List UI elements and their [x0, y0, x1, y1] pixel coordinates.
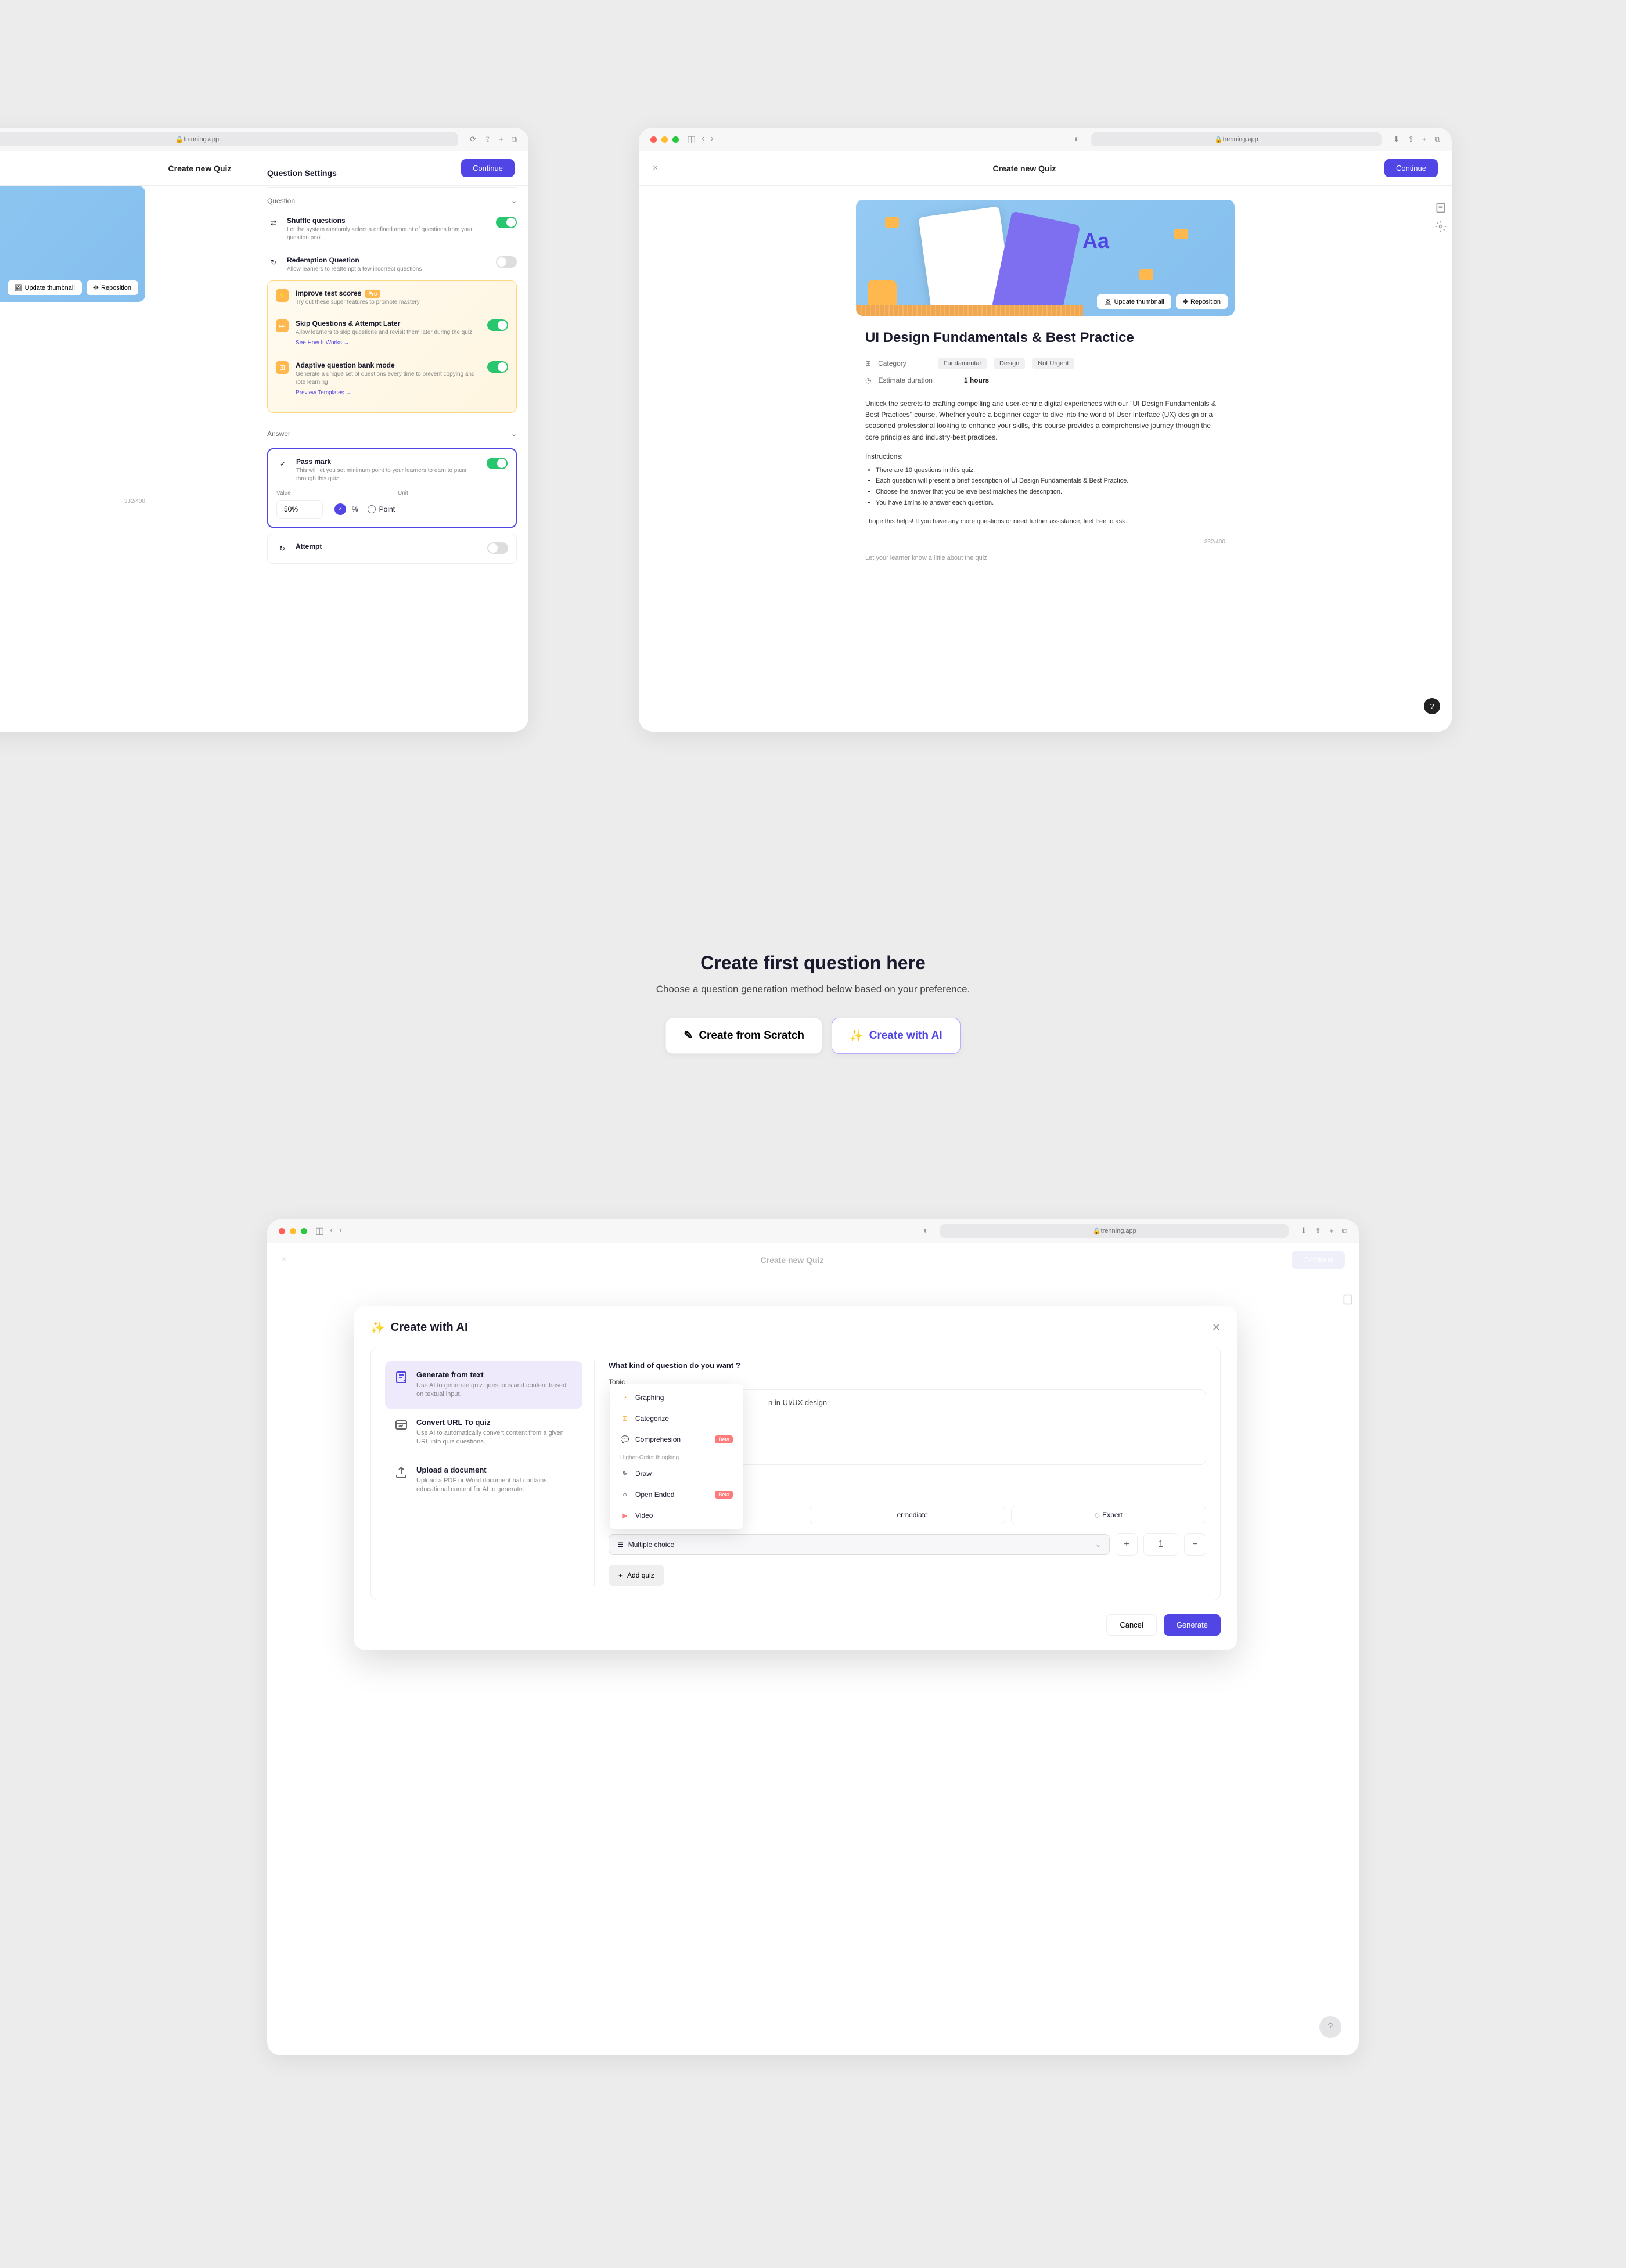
close-icon[interactable]: × — [281, 1255, 293, 1265]
increment-button[interactable]: + — [1116, 1533, 1138, 1556]
back-icon[interactable]: ‹ — [330, 1225, 333, 1237]
close-icon[interactable]: ✕ — [1212, 1322, 1221, 1334]
share-icon[interactable]: ⇪ — [1315, 1226, 1321, 1236]
add-icon[interactable]: + — [499, 135, 503, 144]
chevron-down-icon[interactable]: ⌄ — [511, 197, 517, 205]
list-icon: ☰ — [617, 1540, 624, 1549]
attempt-toggle[interactable] — [487, 542, 508, 554]
create-scratch-button[interactable]: ✎ Create from Scratch — [665, 1018, 822, 1054]
share-icon[interactable]: ⇪ — [1408, 135, 1414, 144]
add-icon[interactable]: + — [1422, 135, 1427, 144]
tag: Fundamental — [938, 358, 987, 369]
char-count: 332/400 — [865, 539, 1225, 545]
chevron-down-icon[interactable]: ⌄ — [511, 430, 517, 438]
shield-icon: ◐ — [923, 1226, 929, 1236]
add-quiz-button[interactable]: +Add quiz — [609, 1565, 664, 1586]
magic-icon: ✨ — [370, 1320, 385, 1335]
help-button[interactable]: ? — [1319, 2016, 1341, 2038]
skip-toggle[interactable] — [487, 319, 508, 331]
char-count: 332/400 — [0, 498, 145, 505]
category-icon: ⊞ — [865, 359, 871, 368]
shuffle-icon: ⇄ — [267, 217, 280, 229]
upload-icon — [394, 1466, 408, 1479]
url-icon — [394, 1418, 408, 1432]
dd-video[interactable]: ▶Video — [613, 1505, 740, 1526]
cta-section: Create first question here Choose a ques… — [552, 952, 1074, 1054]
difficulty-intermediate[interactable]: Intermediate — [810, 1506, 1005, 1524]
create-ai-button[interactable]: ✨ Create with AI — [832, 1018, 961, 1054]
dd-categorize[interactable]: ⊞Categorize — [613, 1408, 740, 1429]
update-thumbnail-button[interactable]: 🖼 Update thumbnail — [1097, 294, 1171, 309]
chevron-down-icon: ⌄ — [1095, 1540, 1101, 1549]
shield-icon: ◐ — [1074, 134, 1080, 145]
difficulty-expert[interactable]: ◇Expert — [1011, 1506, 1206, 1524]
tabs-icon[interactable]: ⧉ — [512, 135, 517, 144]
quiz-title: als & Best Practice — [0, 314, 145, 330]
sidebar-icon[interactable]: ◫ — [315, 1225, 324, 1237]
update-thumbnail-button[interactable]: 🖼 Update thumbnail — [8, 280, 82, 295]
download-icon[interactable]: ⬇ — [1393, 135, 1400, 144]
url-bar: 🔒 trenning.app — [0, 132, 458, 146]
dd-draw[interactable]: ✎Draw — [613, 1463, 740, 1484]
count-display: 1 — [1143, 1533, 1178, 1556]
reposition-button[interactable]: ✥ Reposition — [87, 280, 138, 295]
lightning-icon: ⚡ — [276, 289, 289, 302]
quiz-description: Unlock the secrets to crafting compellin… — [865, 398, 1225, 443]
sidebar-icon[interactable]: ◫ — [687, 134, 696, 145]
redemption-toggle[interactable] — [496, 256, 517, 268]
question-type-dropdown[interactable]: ◔Graphing ⊞Categorize 💬ComprehesionBeta … — [610, 1384, 743, 1529]
decrement-button[interactable]: − — [1184, 1533, 1206, 1556]
continue-button[interactable]: Continue — [1292, 1251, 1345, 1269]
redo-icon: ↻ — [267, 256, 280, 269]
tabs-icon[interactable]: ⧉ — [1342, 1226, 1347, 1236]
method-url[interactable]: Convert URL To quiz Use AI to automatica… — [385, 1409, 582, 1456]
method-upload[interactable]: Upload a document Upload a PDF or Word d… — [385, 1456, 582, 1504]
method-text[interactable]: Generate from text Use AI to generate qu… — [385, 1361, 582, 1409]
passmark-toggle[interactable] — [487, 458, 508, 469]
tag: Design — [994, 358, 1025, 369]
shuffle-toggle[interactable] — [496, 217, 517, 228]
see-how-link[interactable]: See How It Works → — [296, 340, 350, 346]
passmark-icon: ✓ — [276, 458, 289, 470]
attempt-icon: ↻ — [276, 542, 289, 555]
value-input[interactable] — [276, 500, 323, 519]
add-icon[interactable]: + — [1329, 1226, 1334, 1236]
generate-button[interactable]: Generate — [1164, 1614, 1221, 1636]
dd-graphing[interactable]: ◔Graphing — [613, 1387, 740, 1408]
dd-open-ended[interactable]: ○Open EndedBeta — [613, 1484, 740, 1505]
back-icon[interactable]: ‹ — [702, 134, 704, 145]
adaptive-toggle[interactable] — [487, 361, 508, 373]
forward-icon[interactable]: › — [339, 1225, 341, 1237]
page-title: Create new Quiz — [664, 164, 1384, 173]
magic-icon: ✨ — [850, 1029, 864, 1043]
reload-icon[interactable]: ⟳ — [470, 135, 476, 144]
tabs-icon[interactable]: ⧉ — [1435, 135, 1440, 144]
doc-icon[interactable] — [1435, 202, 1447, 214]
reposition-button[interactable]: ✥ Reposition — [1176, 294, 1228, 309]
question-settings-panel: Question Settings Question⌄ ⇄ Shuffle qu… — [256, 157, 528, 575]
continue-button[interactable]: Continue — [1384, 159, 1438, 177]
help-bubble[interactable]: ? — [1424, 698, 1440, 714]
pencil-icon: ✎ — [684, 1029, 693, 1042]
skip-icon: ⏭ — [276, 319, 289, 332]
close-icon[interactable]: × — [653, 163, 664, 174]
point-radio[interactable]: Point — [368, 505, 395, 513]
question-type-select[interactable]: ☰ Multiple choice ⌄ — [609, 1534, 1110, 1555]
tag: Not Urgent — [1032, 358, 1074, 369]
dd-comprehension[interactable]: 💬ComprehesionBeta — [613, 1429, 740, 1450]
forward-icon[interactable]: › — [710, 134, 713, 145]
doc-icon — [1342, 1294, 1354, 1305]
clock-icon: ◷ — [865, 376, 871, 384]
preview-link[interactable]: Preview Templates → — [296, 390, 352, 396]
text-icon — [394, 1370, 408, 1384]
adaptive-icon: ⊞ — [276, 361, 289, 374]
quiz-title: UI Design Fundamentals & Best Practice — [865, 330, 1225, 346]
cta-subtitle: Choose a question generation method belo… — [552, 982, 1074, 997]
cta-title: Create first question here — [552, 952, 1074, 974]
settings-icon[interactable] — [1435, 221, 1447, 232]
share-icon[interactable]: ⇪ — [484, 135, 491, 144]
create-ai-modal: ✨Create with AI ✕ Generate from text Use… — [354, 1306, 1237, 1650]
cancel-button[interactable]: Cancel — [1106, 1614, 1156, 1636]
download-icon[interactable]: ⬇ — [1300, 1226, 1307, 1236]
